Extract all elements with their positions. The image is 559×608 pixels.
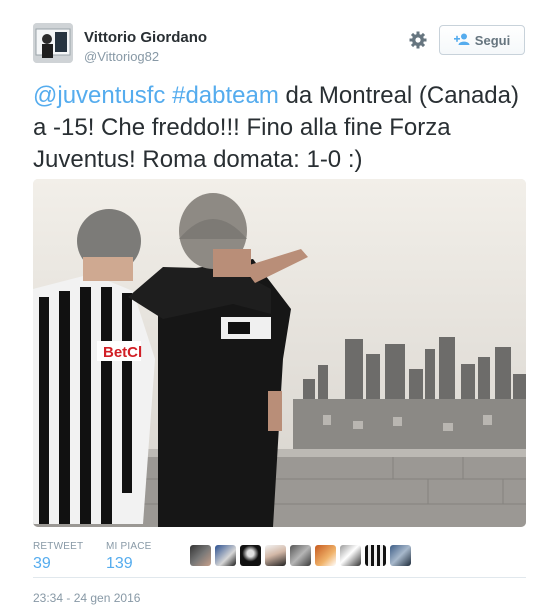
favoriters-list [190, 545, 411, 566]
jersey-sponsor: BetCl [103, 344, 142, 361]
favoriter-avatar[interactable] [390, 545, 411, 566]
mention-link[interactable]: @juventusfc [33, 82, 165, 109]
favoriter-avatar[interactable] [265, 545, 286, 566]
follow-button[interactable]: Segui [439, 25, 525, 55]
favoriter-avatar[interactable] [190, 545, 211, 566]
like-count[interactable]: 139 [106, 555, 152, 573]
add-user-icon [453, 33, 470, 48]
tweet-card: Vittorio Giordano @Vittoriog82 Segui @ju… [0, 0, 559, 608]
tweet-text: @juventusfc #dabteam da Montreal (Canada… [33, 80, 528, 176]
favoriter-avatar[interactable] [315, 545, 336, 566]
tweet-photo[interactable]: BetCl [33, 179, 526, 527]
follow-label: Segui [474, 32, 511, 48]
like-label: MI PIACE [106, 541, 152, 552]
like-stat[interactable]: MI PIACE 139 [106, 541, 152, 573]
favoriter-avatar[interactable] [215, 545, 236, 566]
divider [33, 577, 526, 578]
retweet-stat[interactable]: RETWEET 39 [33, 541, 83, 573]
avatar[interactable] [33, 23, 73, 63]
user-name[interactable]: Vittorio Giordano [84, 29, 207, 46]
favoriter-avatar[interactable] [240, 545, 261, 566]
gear-icon[interactable] [408, 30, 428, 50]
retweet-label: RETWEET [33, 541, 84, 552]
favoriter-avatar[interactable] [365, 545, 386, 566]
user-handle[interactable]: @Vittoriog82 [84, 49, 159, 64]
tweet-timestamp[interactable]: 23:34 - 24 gen 2016 [33, 591, 140, 605]
favoriter-avatar[interactable] [290, 545, 311, 566]
retweet-count[interactable]: 39 [33, 555, 83, 573]
hashtag-link[interactable]: #dabteam [172, 82, 279, 109]
favoriter-avatar[interactable] [340, 545, 361, 566]
